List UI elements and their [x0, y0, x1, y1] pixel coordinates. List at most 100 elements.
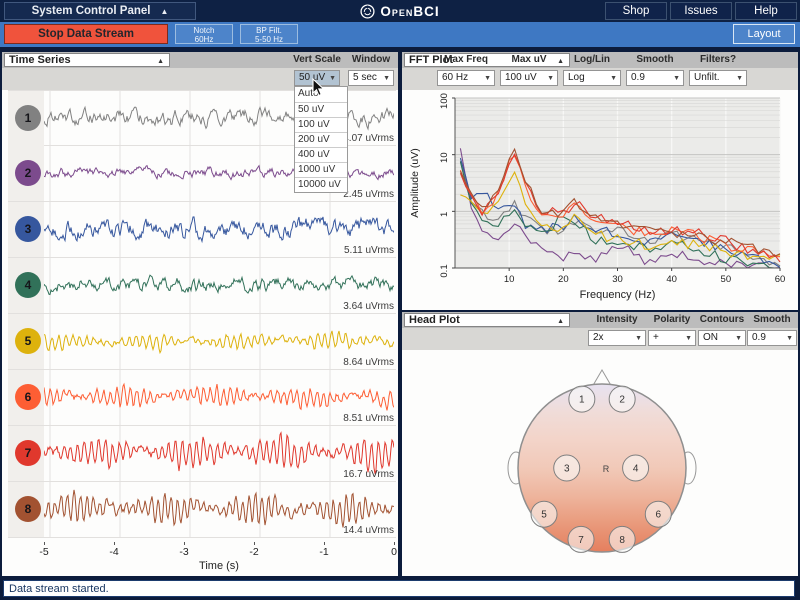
time-axis-tick: -5 — [39, 546, 48, 558]
vert-scale-option[interactable]: 200 uV — [295, 132, 347, 147]
vert-scale-option[interactable]: 1000 uV — [295, 162, 347, 177]
time-series-panel: Time Series ▲ Vert Scale Window 50 uV ▼ … — [2, 52, 398, 576]
fft-smooth-dropdown[interactable]: 0.9 ▼ — [626, 70, 684, 86]
contours-value: ON — [703, 332, 718, 343]
chevron-down-icon: ▼ — [635, 332, 642, 346]
channel-row: 5 8.64 uVrms — [8, 314, 396, 370]
channel-rms-value: 16.7 uVrms — [343, 469, 394, 480]
max-uv-dropdown[interactable]: 100 uV ▼ — [500, 70, 558, 86]
log-lin-value: Log — [568, 72, 585, 83]
chevron-up-icon: ▲ — [557, 316, 564, 328]
stop-data-stream-button[interactable]: Stop Data Stream — [4, 24, 168, 44]
head-smooth-label: Smooth — [747, 314, 797, 325]
notch-filter-button[interactable]: Notch 60Hz — [175, 24, 233, 44]
help-button[interactable]: Help — [735, 2, 797, 20]
filters-value: Unfilt. — [694, 72, 720, 83]
intensity-label: Intensity — [588, 314, 646, 325]
channel-rms-value: 8.64 uVrms — [343, 357, 394, 368]
chevron-down-icon: ▼ — [786, 332, 793, 346]
channel-rms-value: 14.4 uVrms — [343, 525, 394, 536]
head-plot-widget-dropdown[interactable]: Head Plot ▲ — [404, 313, 570, 327]
channel-waveform — [44, 482, 394, 538]
head-plot-header: Head Plot ▲ Intensity Polarity Contours … — [402, 312, 798, 328]
time-axis-tickmark — [254, 542, 255, 545]
fft-x-tick: 40 — [666, 274, 677, 285]
issues-label: Issues — [684, 5, 717, 17]
reference-electrode-label: R — [603, 464, 610, 474]
vert-scale-option[interactable]: 100 uV — [295, 117, 347, 132]
system-control-panel-label: System Control Panel — [32, 5, 151, 17]
notch-line1: Notch — [194, 26, 215, 35]
log-lin-dropdown[interactable]: Log ▼ — [563, 70, 621, 86]
contours-label: Contours — [698, 314, 746, 325]
vert-scale-option[interactable]: Auto — [295, 87, 347, 102]
time-axis-tickmark — [324, 542, 325, 545]
fft-chart: 1020304050601001010.1Amplitude (uV)Frequ… — [402, 90, 798, 310]
head-smooth-value: 0.9 — [752, 332, 766, 343]
openbci-logo-text: OpenBCI — [380, 4, 439, 19]
channel-toggle-5[interactable]: 5 — [15, 328, 41, 354]
window-dropdown[interactable]: 5 sec ▼ — [348, 70, 394, 86]
fft-y-axis-label: Amplitude (uV) — [409, 148, 421, 217]
channel-waveform — [44, 258, 394, 314]
polarity-dropdown[interactable]: + ▼ — [648, 330, 696, 346]
issues-button[interactable]: Issues — [670, 2, 732, 20]
fft-x-tick: 30 — [612, 274, 623, 285]
channel-toggle-4[interactable]: 4 — [15, 272, 41, 298]
time-axis-tick: -2 — [249, 546, 258, 558]
channel-toggle-8[interactable]: 8 — [15, 496, 41, 522]
fft-x-tick: 60 — [775, 274, 786, 285]
channel-toggle-6[interactable]: 6 — [15, 384, 41, 410]
max-freq-dropdown[interactable]: 60 Hz ▼ — [437, 70, 495, 86]
electrode-number: 2 — [619, 395, 625, 406]
smooth-label: Smooth — [626, 54, 684, 65]
electrode-number: 6 — [655, 510, 661, 521]
vert-scale-option[interactable]: 50 uV — [295, 102, 347, 117]
filters-label: Filters? — [689, 54, 747, 65]
fft-x-tick: 20 — [558, 274, 569, 285]
layout-button[interactable]: Layout — [733, 24, 795, 44]
contours-dropdown[interactable]: ON ▼ — [698, 330, 746, 346]
channel-toggle-2[interactable]: 2 — [15, 160, 41, 186]
time-axis-tickmark — [44, 542, 45, 545]
chevron-down-icon: ▼ — [673, 72, 680, 86]
chevron-down-icon: ▼ — [736, 72, 743, 86]
vert-scale-option[interactable]: 400 uV — [295, 147, 347, 162]
channel-toggle-7[interactable]: 7 — [15, 440, 41, 466]
bandpass-filter-button[interactable]: BP Filt. 5-50 Hz — [240, 24, 298, 44]
fft-smooth-value: 0.9 — [631, 72, 645, 83]
time-series-widget-dropdown[interactable]: Time Series ▲ — [4, 53, 170, 67]
channel-row: 43.64 uVrms — [8, 258, 396, 314]
time-axis: Time (s) -5-4-3-2-10 — [8, 542, 396, 574]
system-control-panel-button[interactable]: System Control Panel ▲ — [4, 2, 196, 20]
intensity-dropdown[interactable]: 2x ▼ — [588, 330, 646, 346]
openbci-coil-icon — [360, 4, 375, 19]
electrode-number: 4 — [633, 464, 639, 475]
vert-scale-dropdown[interactable]: 50 uV ▼ — [294, 70, 340, 86]
intensity-value: 2x — [593, 332, 604, 343]
shop-button[interactable]: Shop — [605, 2, 667, 20]
time-series-header: Time Series ▲ Vert Scale Window — [2, 52, 398, 68]
channel-waveform — [44, 426, 394, 482]
max-uv-label: Max uV — [500, 54, 558, 65]
chevron-down-icon: ▼ — [329, 72, 336, 86]
channel-toggle-3[interactable]: 3 — [15, 216, 41, 242]
log-lin-label: Log/Lin — [563, 54, 621, 65]
fft-x-tick: 50 — [721, 274, 732, 285]
head-plot-panel: Head Plot ▲ Intensity Polarity Contours … — [402, 312, 798, 576]
window-label: Window — [346, 54, 396, 65]
head-smooth-dropdown[interactable]: 0.9 ▼ — [747, 330, 797, 346]
status-bar: Data stream started. — [3, 580, 795, 597]
channel-toggle-1[interactable]: 1 — [15, 105, 41, 131]
polarity-label: Polarity — [648, 314, 696, 325]
fft-header: FFT Plot ▲ Max Freq Max uV Log/Lin Smoot… — [402, 52, 798, 68]
time-axis-tickmark — [114, 542, 115, 545]
channel-row: 8 14.4 uVrms — [8, 482, 396, 538]
vert-scale-option[interactable]: 10000 uV — [295, 177, 347, 192]
fft-panel: FFT Plot ▲ Max Freq Max uV Log/Lin Smoot… — [402, 52, 798, 310]
filters-dropdown[interactable]: Unfilt. ▼ — [689, 70, 747, 86]
window-value: 5 sec — [353, 72, 377, 83]
chevron-up-icon: ▲ — [160, 7, 168, 16]
channel-waveform — [44, 370, 394, 426]
vert-scale-label: Vert Scale — [290, 54, 344, 65]
